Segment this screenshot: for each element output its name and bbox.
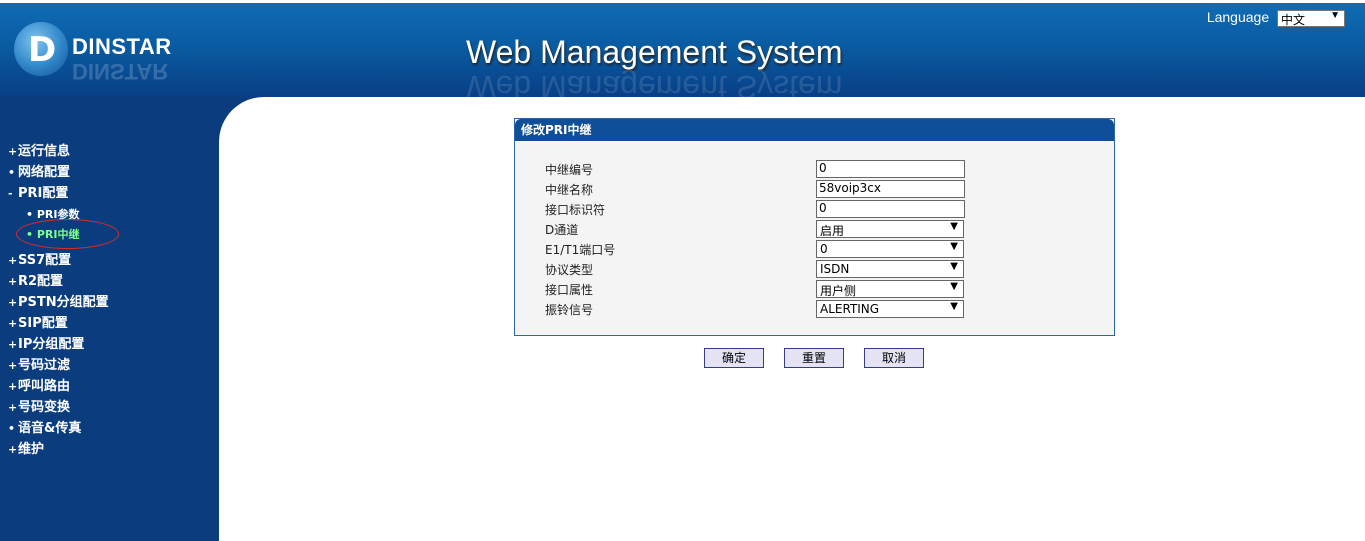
sidebar-item-number-transform[interactable]: +号码变换 xyxy=(8,396,70,415)
e1t1-port-label: E1/T1端口号 xyxy=(545,243,616,257)
dinstar-logo: D DINSTAR DINSTAR xyxy=(14,22,214,84)
sidebar-item-ip-group[interactable]: +IP分组配置 xyxy=(8,333,84,352)
ok-button[interactable]: 确定 xyxy=(704,348,764,368)
interface-id-label: 接口标识符 xyxy=(545,203,606,217)
d-channel-label: D通道 xyxy=(545,223,579,237)
interface-attr-select[interactable]: 用户侧 ▼ xyxy=(816,280,964,298)
language-dropdown[interactable]: 中文 ▼ xyxy=(1277,9,1345,27)
dropdown-arrow-icon: ▼ xyxy=(950,221,958,232)
sidebar-item-sip[interactable]: +SIP配置 xyxy=(8,312,68,331)
dropdown-arrow-icon: ▼ xyxy=(950,261,958,272)
highlight-annotation xyxy=(16,219,119,249)
language-label: Language xyxy=(1206,9,1270,25)
interface-attr-label: 接口属性 xyxy=(545,283,594,297)
sidebar-item-run-info[interactable]: +运行信息 xyxy=(8,140,70,159)
trunk-name-label: 中继名称 xyxy=(545,183,594,197)
brand-name: DINSTAR xyxy=(72,34,172,59)
trunk-id-label: 中继编号 xyxy=(545,163,594,177)
sidebar-item-ss7[interactable]: +SS7配置 xyxy=(8,249,71,268)
sidebar-item-network[interactable]: • 网络配置 xyxy=(8,161,70,180)
e1t1-port-select[interactable]: 0 ▼ xyxy=(816,240,964,258)
dropdown-arrow-icon: ▼ xyxy=(1330,9,1340,21)
brand-reflection: DINSTAR xyxy=(72,59,169,84)
panel-title: 修改PRI中继 xyxy=(515,119,1114,141)
sidebar-item-pri-config[interactable]: - PRI配置 xyxy=(8,182,68,201)
sidebar-item-maintenance[interactable]: +维护 xyxy=(8,438,44,457)
dropdown-arrow-icon: ▼ xyxy=(950,301,958,312)
system-title: Web Management System xyxy=(466,34,843,70)
trunk-id-input[interactable]: 0 xyxy=(816,160,965,178)
protocol-type-select[interactable]: ISDN ▼ xyxy=(816,260,964,278)
d-channel-select[interactable]: 启用 ▼ xyxy=(816,220,964,238)
sidebar-item-r2[interactable]: +R2配置 xyxy=(8,270,63,289)
dropdown-arrow-icon: ▼ xyxy=(950,241,958,252)
ring-signal-label: 振铃信号 xyxy=(545,303,594,317)
protocol-type-label: 协议类型 xyxy=(545,263,594,277)
sidebar-item-pstn-group[interactable]: +PSTN分组配置 xyxy=(8,291,109,310)
cancel-button[interactable]: 取消 xyxy=(864,348,924,368)
header: D DINSTAR DINSTAR Web Management System … xyxy=(0,0,1365,105)
trunk-name-input[interactable]: 58voip3cx xyxy=(816,180,965,198)
pri-trunk-form-panel: 修改PRI中继 中继编号 0 中继名称 58voip3cx 接口标识符 0 D通… xyxy=(514,118,1115,336)
sidebar-item-number-filter[interactable]: +号码过滤 xyxy=(8,354,70,373)
logo-mark-icon: D xyxy=(14,22,68,76)
sidebar-item-voice-fax[interactable]: • 语音&传真 xyxy=(8,417,81,436)
language-selector: Language 中文 ▼ xyxy=(1207,9,1345,27)
dropdown-arrow-icon: ▼ xyxy=(950,281,958,292)
reset-button[interactable]: 重置 xyxy=(784,348,844,368)
language-value: 中文 xyxy=(1281,12,1306,27)
interface-id-input[interactable]: 0 xyxy=(816,200,965,218)
sidebar-item-call-routing[interactable]: +呼叫路由 xyxy=(8,375,70,394)
top-line xyxy=(0,0,1365,3)
ring-signal-select[interactable]: ALERTING ▼ xyxy=(816,300,964,318)
